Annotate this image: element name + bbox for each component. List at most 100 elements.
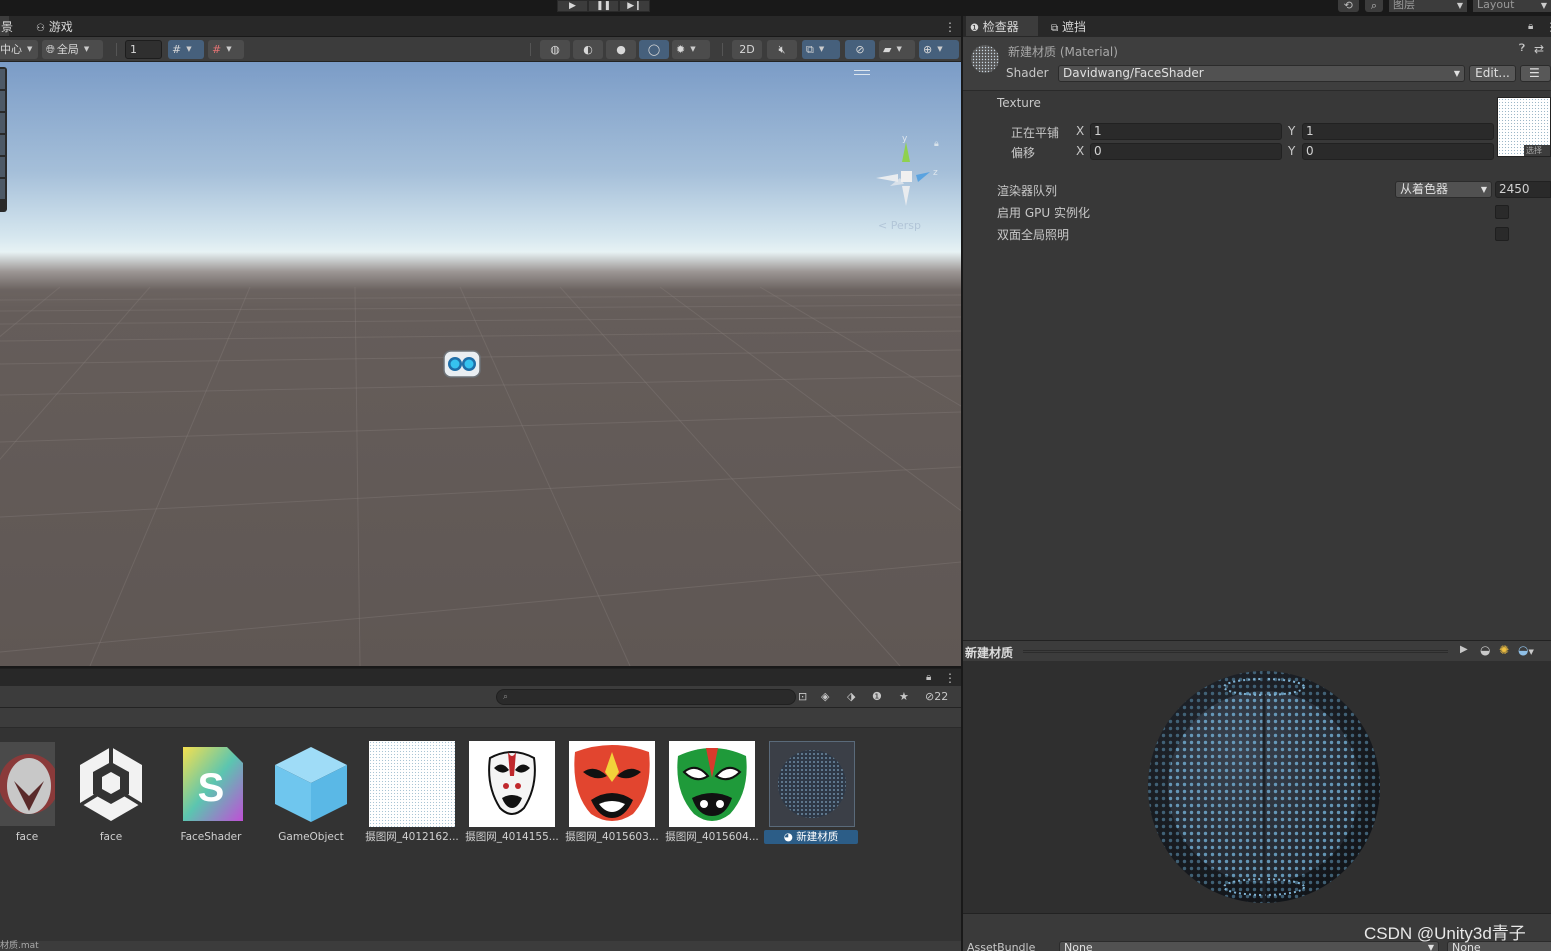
pause-button[interactable]: ❚❚ <box>588 0 619 12</box>
toolbar-separator <box>722 43 723 56</box>
list-icon: ☰ <box>1529 66 1540 80</box>
asset-item[interactable]: 摄图网_4015603... <box>564 741 659 856</box>
camera-gizmo-icon[interactable] <box>443 348 481 380</box>
offset-x-field[interactable]: 0 <box>1090 143 1282 160</box>
inspector-header: 新建材质 (Material) ❓︎ ⇄ Shader Davidwang/Fa… <box>963 37 1551 91</box>
shader-dropdown[interactable]: Davidwang/FaceShader ▼ <box>1058 65 1465 82</box>
play-preview-icon[interactable]: ▶ <box>1460 644 1468 655</box>
asset-item[interactable]: 摄图网_4014155... <box>464 741 559 856</box>
search-by-label-button[interactable]: ◈ <box>821 689 829 705</box>
offset-label: 偏移 <box>1011 146 1036 160</box>
shader-menu-button[interactable]: ☰ <box>1520 65 1551 82</box>
render-queue-mode-dropdown[interactable]: 从着色器 ▼ <box>1395 181 1492 198</box>
2d-toggle[interactable]: 2D <box>732 40 762 59</box>
prefab-cube-icon <box>268 741 354 827</box>
effects-dropdown[interactable]: ⧉ ▼ <box>802 40 840 59</box>
tab-occlusion[interactable]: ⧉ 遮挡 <box>1047 16 1090 36</box>
label-filter-button[interactable]: ⬗ <box>847 689 855 705</box>
scene-viewport[interactable]: 🔒︎ y z < Persp <box>0 62 961 666</box>
gpu-instancing-checkbox[interactable] <box>1495 205 1509 219</box>
pivot-dropdown[interactable]: 中心 ▼ <box>0 40 38 59</box>
audio-toggle[interactable]: 🔇︎ <box>767 40 797 59</box>
search-button[interactable]: ⌕ <box>1364 0 1383 12</box>
gizmo-z-label: z <box>933 168 938 178</box>
tiling-x-field[interactable]: 1 <box>1090 123 1282 140</box>
play-button[interactable]: ▶ <box>557 0 588 12</box>
light-toggle-icon[interactable]: ✺ <box>1499 643 1509 657</box>
preview-sphere-icon[interactable]: ◒ <box>1480 643 1490 657</box>
gamepad-icon: ⚇ <box>36 23 45 34</box>
project-status-bar: 材质.mat <box>0 941 961 951</box>
more-options-icon[interactable]: ⋮ <box>1545 21 1551 33</box>
history-icon: ⟲ <box>1343 0 1353 12</box>
chevron-down-icon: ▼ <box>1456 1 1463 10</box>
tab-scene[interactable]: 景 <box>0 16 13 36</box>
project-search-input[interactable]: ⌕ <box>496 689 796 705</box>
help-icon[interactable]: ❓︎ <box>1519 43 1525 54</box>
project-panel-header: 🔒︎ ⋮ <box>0 668 961 686</box>
asset-item[interactable]: 摄图网_4015604... <box>664 741 759 856</box>
tab-label: 检查器 <box>982 20 1019 34</box>
more-options-icon[interactable]: ⋮ <box>944 672 956 684</box>
search-by-type-button[interactable]: ⊡ <box>798 689 807 705</box>
tiling-y-field[interactable]: 1 <box>1302 123 1494 140</box>
render-queue-value-field[interactable]: 2450 <box>1495 181 1551 198</box>
lock-icon[interactable]: 🔒︎ <box>1528 21 1533 33</box>
asset-item[interactable]: face <box>63 741 153 856</box>
shaded-button[interactable]: ● <box>606 40 636 59</box>
space-dropdown[interactable]: 🌐︎ 全局 ▼ <box>42 40 103 59</box>
layout-dropdown[interactable]: Layout ▼ <box>1473 0 1551 12</box>
shaded-wireframe-button[interactable]: ◐ <box>573 40 603 59</box>
wireframe-shading-button[interactable]: ◍ <box>540 40 570 59</box>
offset-x-label[interactable]: X <box>1076 144 1084 158</box>
scene-visibility-toggle[interactable]: ⊘ <box>845 40 875 59</box>
asset-item[interactable]: S FaceShader <box>163 741 253 856</box>
increment-snap-toggle[interactable]: # ▼ <box>208 40 244 59</box>
history-button[interactable]: ⟲ <box>1337 0 1359 12</box>
offset-y-label[interactable]: Y <box>1288 144 1295 158</box>
projection-label[interactable]: < Persp <box>878 219 921 232</box>
step-button[interactable]: ▶❙ <box>619 0 650 12</box>
settings-sliders-icon[interactable]: ⇄ <box>1534 42 1544 56</box>
render-queue-label: 渲染器队列 <box>997 184 1058 198</box>
tab-game[interactable]: ⚇ 游戏 <box>32 16 77 36</box>
snap-value-field[interactable]: 1 <box>125 40 162 59</box>
layers-dropdown[interactable]: 图层 ▼ <box>1389 0 1467 12</box>
edit-shader-button[interactable]: Edit... <box>1469 65 1516 82</box>
gizmo-y-label: y <box>902 134 908 144</box>
tab-inspector[interactable]: ❶ 检查器 <box>966 16 1038 36</box>
material-preview[interactable] <box>963 661 1551 913</box>
overlay-tool-strip[interactable] <box>0 67 7 212</box>
double-sided-gi-checkbox[interactable] <box>1495 227 1509 241</box>
speaker-muted-icon: 🔇︎ <box>778 43 786 56</box>
asset-item[interactable]: face <box>0 741 55 856</box>
space-label: 全局 <box>56 43 79 56</box>
grid-snap-toggle[interactable]: # ▼ <box>168 40 204 59</box>
overlay-menu-icon[interactable] <box>854 70 870 75</box>
preview-header: 新建材质 ▶ ◒ ✺ ◒▼ <box>963 640 1551 661</box>
debug-draw-mode-dropdown[interactable]: ✹ ▼ <box>672 40 710 59</box>
chevron-down-icon: ▼ <box>1453 69 1460 78</box>
asset-item[interactable]: GameObject <box>263 741 353 856</box>
preview-mesh-dropdown[interactable]: ◒▼ <box>1518 643 1534 657</box>
gizmos-dropdown[interactable]: ⊕ ▼ <box>919 40 959 59</box>
tiling-y-label[interactable]: Y <box>1288 124 1295 138</box>
texture-slot[interactable]: 选择 <box>1497 97 1551 157</box>
tiling-x-label[interactable]: X <box>1076 124 1084 138</box>
asset-item[interactable]: 摄图网_4012162... <box>364 741 459 856</box>
info-icon: ❶ <box>970 23 979 34</box>
favorites-button[interactable]: ★ <box>899 689 909 705</box>
asset-label: 摄图网_4015603... <box>565 831 659 843</box>
more-options-icon[interactable]: ⋮ <box>944 21 956 33</box>
hidden-packages-toggle[interactable]: ⊘22 <box>925 689 948 705</box>
projection-text: Persp <box>890 219 921 232</box>
chevron-down-icon: ▼ <box>818 45 825 53</box>
unlit-button[interactable]: ◯ <box>639 40 669 59</box>
camera-settings-dropdown[interactable]: ▰ ▼ <box>879 40 915 59</box>
offset-y-field[interactable]: 0 <box>1302 143 1494 160</box>
log-types-button[interactable]: ❶ <box>872 689 882 705</box>
preview-drag-handle[interactable] <box>1023 650 1448 653</box>
texture-select-button[interactable]: 选择 <box>1524 145 1550 156</box>
asset-item-selected[interactable]: ◕ 新建材质 <box>764 741 858 856</box>
lock-icon[interactable]: 🔒︎ <box>926 672 931 684</box>
